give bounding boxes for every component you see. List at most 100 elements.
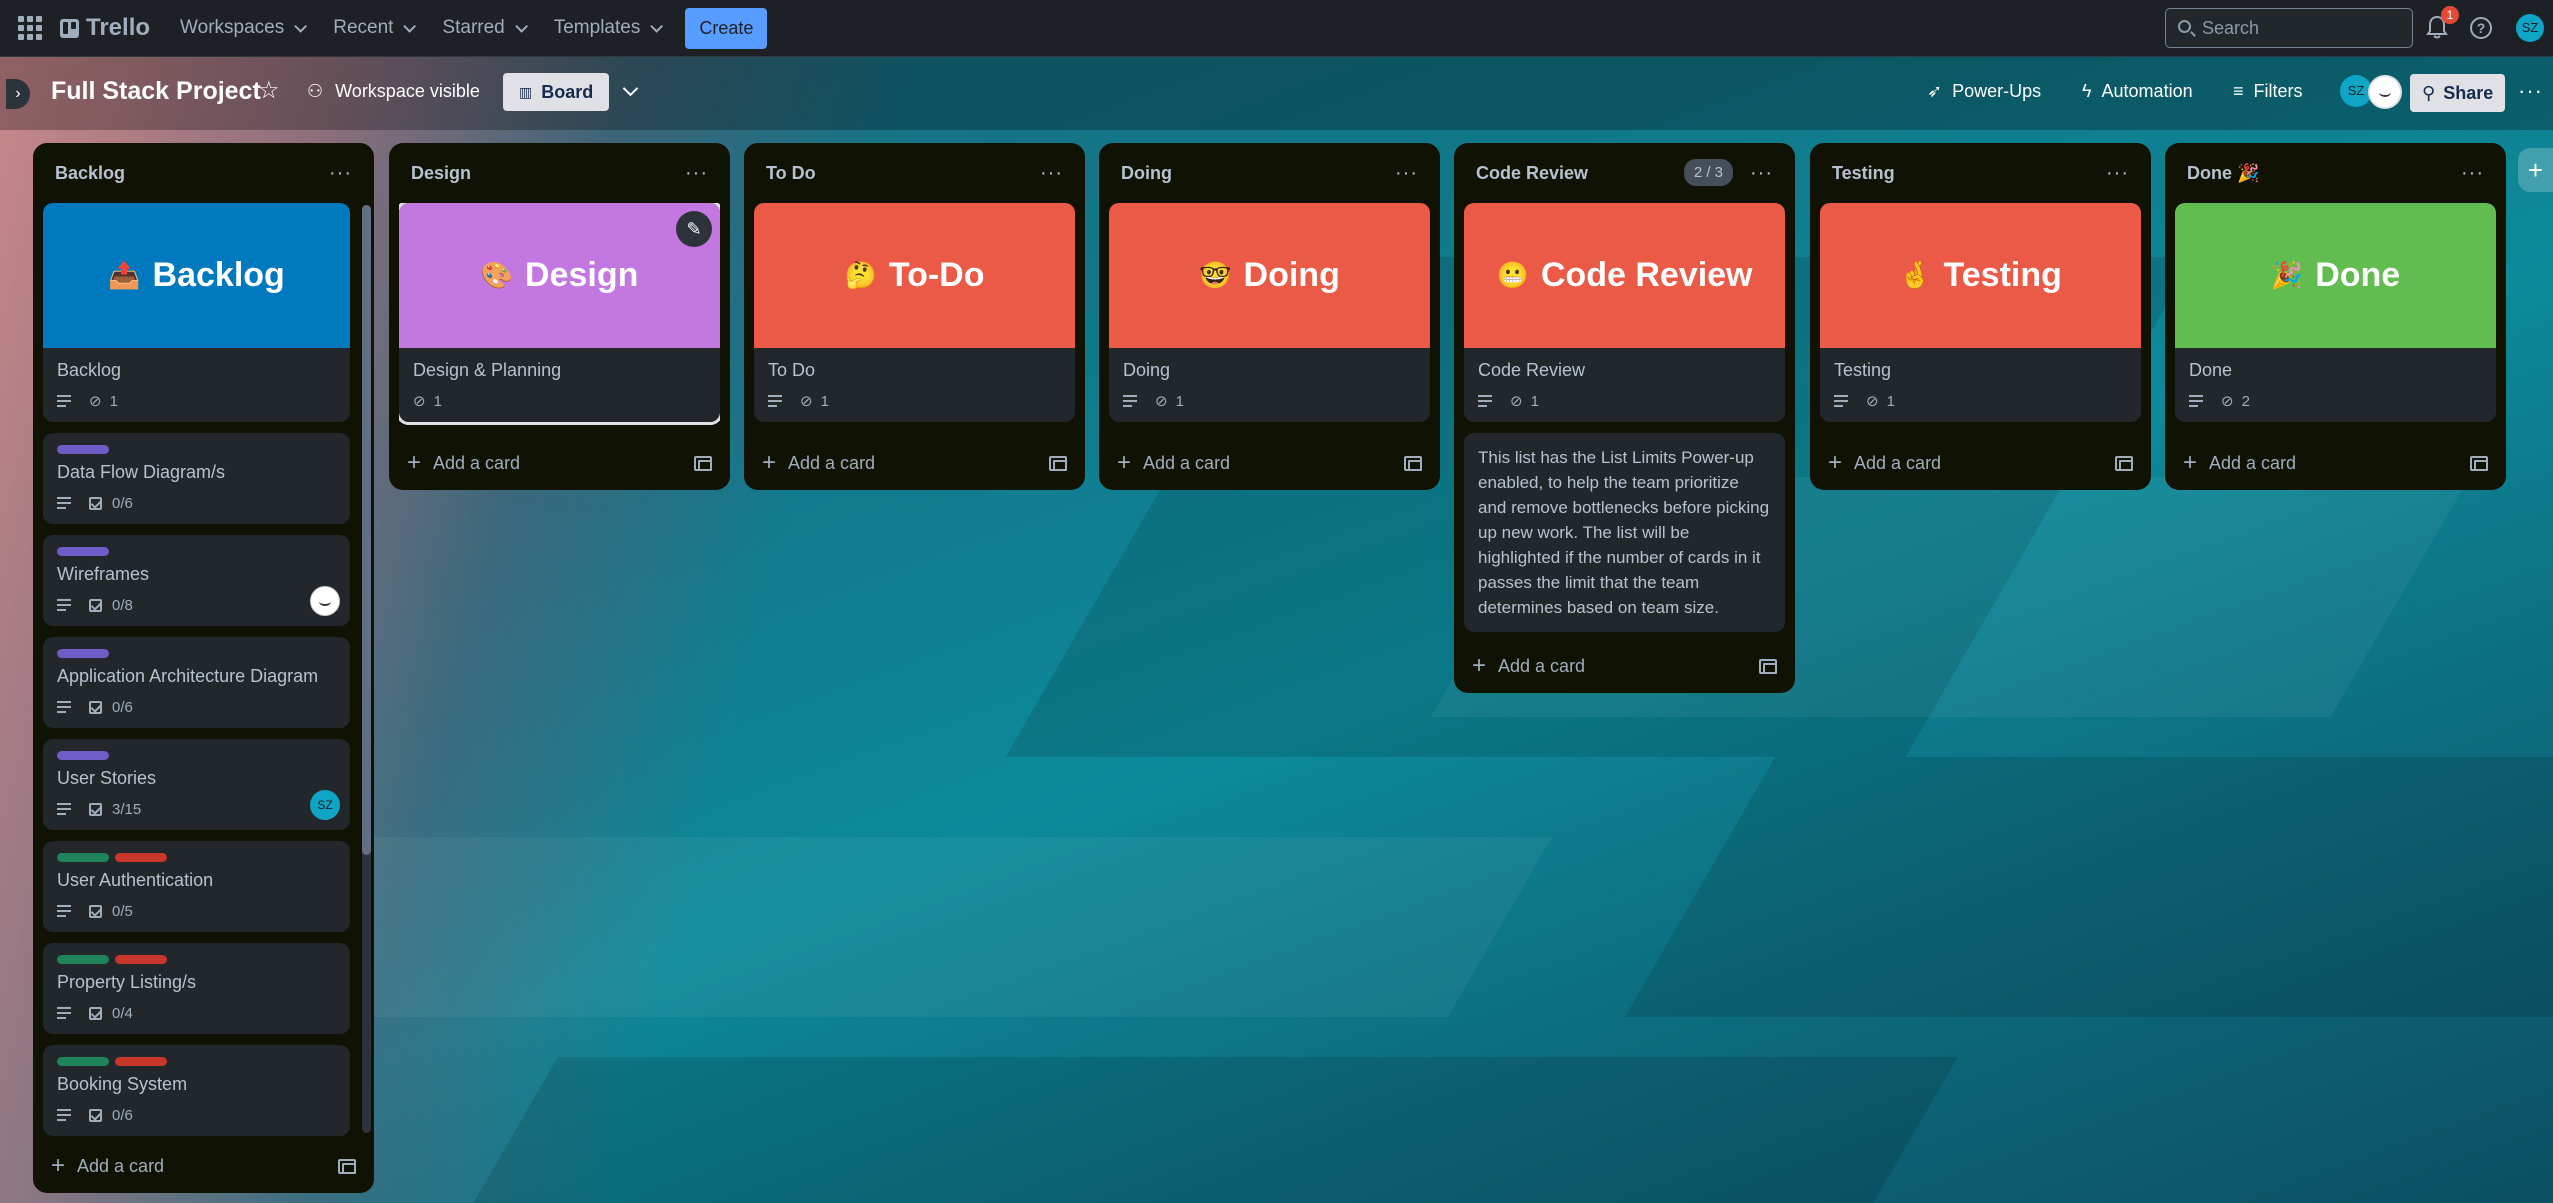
app-switcher-icon[interactable] [14,12,46,44]
card[interactable]: Wireframes 0/8 [43,535,350,626]
share-label: Share [2443,82,2494,103]
list-header[interactable]: Design ··· [399,143,720,203]
list-menu-icon[interactable]: ··· [1040,162,1063,185]
list-title[interactable]: Testing [1832,163,1895,184]
card[interactable]: 🎨 Design ✎ Design & Planning ⊘ 1 [399,203,720,425]
list-title[interactable]: Design [411,163,471,184]
card-member-avatar[interactable]: SZ [310,790,340,820]
list-menu-icon[interactable]: ··· [685,162,708,185]
add-card-button[interactable]: + Add a card [2183,449,2296,477]
card[interactable]: User Stories 3/15 SZ [43,739,350,830]
menu-workspaces[interactable]: Workspaces [168,9,315,47]
cover-text: Doing [1243,256,1340,294]
menu-templates[interactable]: Templates [542,9,672,47]
card-note[interactable]: This list has the List Limits Power-up e… [1464,433,1785,632]
card-label[interactable] [115,853,167,862]
add-card-button[interactable]: + Add a card [407,449,520,477]
card[interactable]: 😬 Code Review Code Review ⊘ 1 [1464,203,1785,422]
list-header[interactable]: Code Review 2 / 3 ··· [1464,143,1785,203]
board-title[interactable]: Full Stack Project [51,77,261,106]
account-avatar[interactable]: SZ [2516,14,2544,42]
list-title[interactable]: To Do [766,163,816,184]
add-card-button[interactable]: + Add a card [1472,652,1585,680]
card[interactable]: 🤞 Testing Testing ⊘ 1 [1820,203,2141,422]
card-label[interactable] [115,1057,167,1066]
edit-pencil-icon[interactable]: ✎ [676,211,712,247]
add-card-button[interactable]: + Add a card [51,1152,164,1180]
card-label[interactable] [57,547,109,556]
card-label[interactable] [57,955,109,964]
list-header[interactable]: Backlog ··· [43,143,364,203]
filters-button[interactable]: ≡ Filters [2233,81,2303,102]
card[interactable]: 🤓 Doing Doing ⊘ 1 [1109,203,1430,422]
card-cover: 🤞 Testing [1820,203,2141,348]
trello-logo[interactable]: Trello [60,14,150,42]
sidebar-expand-icon[interactable]: › [6,79,30,109]
card-label[interactable] [115,955,167,964]
card[interactable]: Property Listing/s 0/4 [43,943,350,1034]
automation-button[interactable]: ϟ Automation [2082,81,2193,102]
checklist-icon [89,496,102,510]
list-5: Testing ··· 🤞 Testing Testing ⊘ 1 + Add a card [1810,143,2151,490]
card[interactable]: 🤔 To-Do To Do ⊘ 1 [754,203,1075,422]
card[interactable]: Booking System 0/6 [43,1045,350,1136]
star-icon[interactable]: ☆ [258,76,280,105]
card-template-icon[interactable] [1759,658,1777,674]
list-2: To Do ··· 🤔 To-Do To Do ⊘ 1 + Add a card [744,143,1085,490]
list-header[interactable]: Done 🎉 ··· [2175,143,2496,203]
card-template-icon[interactable] [338,1158,356,1174]
description-icon [57,902,71,920]
menu-label: Templates [553,17,641,38]
add-card-button[interactable]: + Add a card [1117,449,1230,477]
list-menu-icon[interactable]: ··· [1395,162,1418,185]
card-template-icon[interactable] [1049,455,1067,471]
chevron-down-icon[interactable] [622,80,639,97]
plus-icon: + [2183,449,2198,476]
board-view-button[interactable]: ▥ Board [503,73,610,111]
list-title[interactable]: Backlog [55,163,125,184]
list-title[interactable]: Done 🎉 [2187,163,2259,184]
menu-recent[interactable]: Recent [321,9,424,47]
list-header[interactable]: To Do ··· [754,143,1075,203]
card-label[interactable] [57,1057,109,1066]
card-label[interactable] [57,445,109,454]
card-template-icon[interactable] [2115,455,2133,471]
list-footer: + Add a card [1464,639,1785,693]
card-template-icon[interactable] [2470,455,2488,471]
add-card-button[interactable]: + Add a card [762,449,875,477]
add-card-button[interactable]: + Add a card [1828,449,1941,477]
list-title[interactable]: Code Review [1476,163,1588,184]
card-label[interactable] [57,751,109,760]
card[interactable]: Application Architecture Diagram 0/6 [43,637,350,728]
board-menu-icon[interactable]: ··· [2518,78,2543,104]
search-input[interactable]: Search [2165,8,2413,48]
card[interactable]: 🎉 Done Done ⊘ 2 [2175,203,2496,422]
list-header[interactable]: Testing ··· [1820,143,2141,203]
add-list-button[interactable]: + [2518,148,2553,192]
card-template-icon[interactable] [694,455,712,471]
card[interactable]: User Authentication 0/5 [43,841,350,932]
card-container: 🤓 Doing Doing ⊘ 1 [1109,203,1430,436]
list-header[interactable]: Doing ··· [1109,143,1430,203]
member-avatar-face[interactable] [2368,75,2402,109]
visibility-button[interactable]: ⚇ Workspace visible [307,81,480,102]
list-menu-icon[interactable]: ··· [2106,162,2129,185]
card-labels [57,649,336,658]
card-label[interactable] [57,649,109,658]
share-button[interactable]: ⚲ Share [2410,74,2506,112]
create-button[interactable]: Create [685,7,768,49]
powerups-button[interactable]: ➶ Power-Ups [1927,81,2041,102]
help-icon[interactable]: ? [2470,17,2492,39]
list-menu-icon[interactable]: ··· [2461,162,2484,185]
card-member-avatar[interactable] [310,586,340,616]
list-title[interactable]: Doing [1121,163,1172,184]
card[interactable]: Data Flow Diagram/s 0/6 [43,433,350,524]
list-menu-icon[interactable]: ··· [329,162,352,185]
list-scrollbar-thumb[interactable] [362,205,371,855]
plus-icon: + [51,1152,66,1179]
menu-starred[interactable]: Starred [430,9,535,47]
card-label[interactable] [57,853,109,862]
card-template-icon[interactable] [1404,455,1422,471]
card[interactable]: 📤 Backlog Backlog ⊘ 1 [43,203,350,422]
list-menu-icon[interactable]: ··· [1750,162,1773,185]
